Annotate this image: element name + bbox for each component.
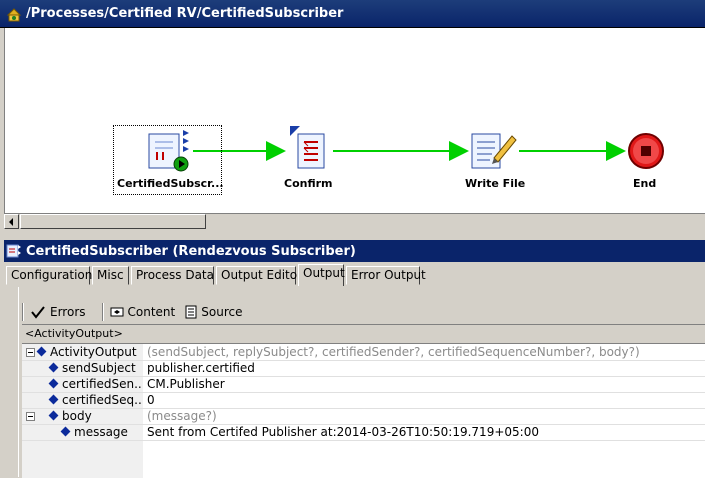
tree-node-value: (sendSubject, replySubject?, certifiedSe… [147, 345, 640, 359]
collapse-toggle[interactable] [26, 412, 35, 421]
process-canvas[interactable]: CertifiedSubscr... Confirm Write File En… [4, 28, 705, 213]
element-icon [48, 394, 59, 405]
tab-error-output[interactable]: Error Output [346, 266, 426, 285]
row-divider [22, 440, 705, 441]
tree-row-body[interactable]: body (message?) [22, 408, 705, 424]
output-tree[interactable]: ActivityOutput (sendSubject, replySubjec… [22, 343, 705, 478]
node-label-confirm: Confirm [284, 177, 333, 190]
scroll-thumb[interactable] [20, 214, 206, 229]
tree-row-certifiedsequence[interactable]: certifiedSeq... 0 [22, 392, 705, 408]
tree-row-message[interactable]: message Sent from Certifed Publisher at:… [22, 424, 705, 440]
element-icon [60, 426, 71, 437]
tree-node-name: certifiedSen... [62, 377, 142, 391]
node-write-file[interactable] [468, 128, 518, 174]
panel-titlebar: CertifiedSubscriber (Rendezvous Subscrib… [4, 240, 705, 262]
tree-row-activityoutput[interactable]: ActivityOutput (sendSubject, replySubjec… [22, 344, 705, 360]
element-icon [48, 378, 59, 389]
tree-node-value: (message?) [147, 409, 217, 423]
tree-node-value: publisher.certified [147, 361, 255, 375]
checkmark-icon [31, 306, 45, 319]
tree-node-name: body [62, 409, 92, 423]
source-icon [185, 305, 197, 319]
process-connections [193, 141, 626, 161]
end-icon [628, 133, 664, 169]
rendezvous-subscriber-icon [148, 130, 189, 172]
panel-title: CertifiedSubscriber (Rendezvous Subscrib… [26, 243, 356, 259]
element-icon [36, 346, 47, 357]
errors-button[interactable]: Errors [30, 305, 86, 319]
tree-row-sendsubject[interactable]: sendSubject publisher.certified [22, 360, 705, 376]
tree-node-name: sendSubject [62, 361, 136, 375]
tab-process-data[interactable]: Process Data [131, 266, 214, 285]
tab-output[interactable]: Output [298, 264, 345, 286]
source-button-label: Source [201, 305, 243, 319]
errors-button-label: Errors [50, 305, 86, 319]
process-icon [6, 6, 22, 22]
node-label-end: End [633, 177, 657, 190]
tree-row-certifiedsender[interactable]: certifiedSen... CM.Publisher [22, 376, 705, 392]
tree-node-value: Sent from Certifed Publisher at:2014-03-… [147, 425, 539, 439]
tree-node-value: CM.Publisher [147, 377, 225, 391]
node-end[interactable] [627, 132, 665, 170]
element-icon [48, 362, 59, 373]
canvas-horizontal-scrollbar[interactable] [4, 213, 705, 231]
output-path: <ActivityOutput> [22, 324, 705, 342]
source-button[interactable]: Source [185, 305, 242, 319]
collapse-toggle[interactable] [26, 348, 35, 357]
node-certified-subscriber[interactable] [145, 128, 195, 178]
node-label-certified-subscriber: CertifiedSubscr... [117, 177, 224, 190]
content-icon [110, 307, 124, 317]
tree-node-value: 0 [147, 393, 155, 407]
node-label-write-file: Write File [465, 177, 526, 190]
content-button-label: Content [127, 305, 176, 319]
tab-output-editor[interactable]: Output Editor [216, 266, 302, 285]
splitter[interactable] [0, 230, 705, 238]
confirm-icon [290, 126, 325, 169]
scroll-left-button[interactable] [4, 214, 19, 229]
subscriber-icon [6, 244, 21, 258]
tree-node-name: message [74, 425, 128, 439]
write-file-icon [471, 133, 517, 169]
toolbar-separator [22, 303, 24, 321]
element-icon [48, 410, 59, 421]
toolbar-separator [101, 303, 104, 321]
content-button[interactable]: Content [110, 305, 176, 319]
tab-configuration[interactable]: Configuration [6, 266, 92, 285]
window-titlebar: /Processes/Certified RV/CertifiedSubscri… [0, 0, 705, 28]
node-confirm[interactable] [288, 126, 333, 174]
tab-strip: Configuration Misc Process Data Output E… [4, 264, 705, 286]
tree-node-name: ActivityOutput [50, 345, 137, 359]
tree-node-name: certifiedSeq... [62, 393, 142, 407]
tab-misc[interactable]: Misc [92, 266, 129, 285]
window-title: /Processes/Certified RV/CertifiedSubscri… [26, 6, 344, 21]
output-toolbar: Errors Content Source [22, 301, 705, 323]
arrow-left-icon [9, 218, 13, 226]
